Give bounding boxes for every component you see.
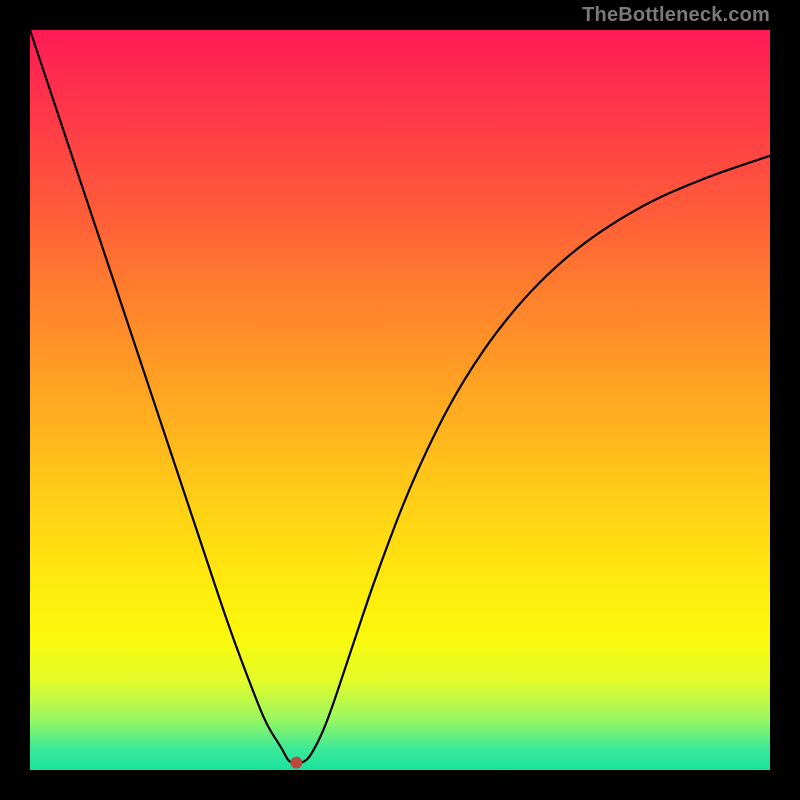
- curve-svg: [30, 30, 770, 770]
- watermark-text: TheBottleneck.com: [582, 4, 770, 27]
- plot-area: [30, 30, 770, 770]
- bottleneck-curve: [30, 30, 770, 763]
- minimum-marker: [290, 757, 302, 769]
- chart-frame: TheBottleneck.com: [0, 0, 800, 800]
